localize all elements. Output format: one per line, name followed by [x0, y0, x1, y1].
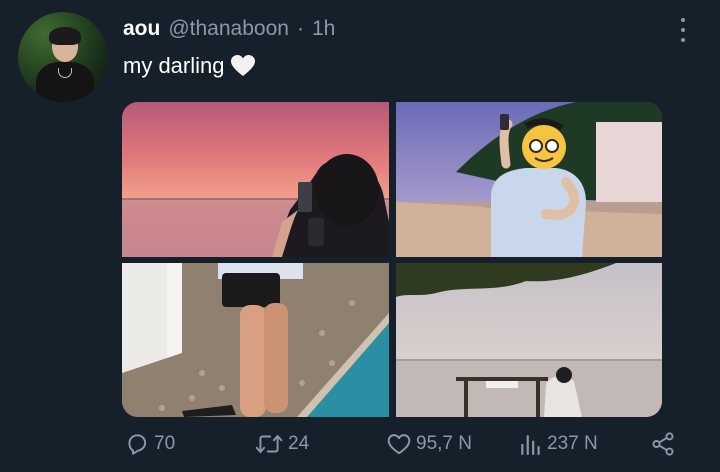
tweet-header: aou @thanaboon · 1h	[123, 17, 335, 41]
more-options-icon[interactable]	[676, 18, 690, 42]
views-button[interactable]: 237 N	[519, 426, 598, 462]
user-handle[interactable]: @thanaboon	[168, 17, 289, 41]
heart-icon	[387, 434, 411, 455]
retweet-icon	[255, 435, 283, 454]
dot	[681, 38, 685, 42]
timestamp[interactable]: 1h	[312, 17, 335, 41]
avatar-hair	[49, 27, 81, 45]
views-count: 237 N	[547, 433, 598, 454]
photo-seaside-swing-image	[396, 263, 662, 417]
reply-icon	[128, 434, 147, 455]
reply-button[interactable]: 70	[124, 426, 175, 462]
dot	[681, 18, 685, 22]
like-count: 95,7 N	[416, 433, 472, 454]
white-heart-emoji	[231, 55, 256, 76]
display-name[interactable]: aou	[123, 17, 160, 41]
separator-dot: ·	[296, 17, 304, 40]
share-icon	[652, 432, 674, 456]
photo-legs-pool-image	[122, 263, 389, 417]
retweet-count: 24	[288, 433, 310, 454]
retweet-button[interactable]: 24	[254, 426, 309, 462]
photo-beach-selfie[interactable]	[396, 102, 662, 257]
photo-beach-selfie-image	[396, 102, 662, 257]
share-button[interactable]	[650, 426, 676, 462]
tweet[interactable]: aou @thanaboon · 1h my darling 70 24 95,…	[0, 0, 720, 472]
media-grid[interactable]	[122, 102, 662, 417]
photo-sunset-phone-image	[122, 102, 389, 257]
dot	[681, 28, 685, 32]
like-button[interactable]: 95,7 N	[386, 426, 472, 462]
tweet-text-content: my darling	[123, 53, 225, 78]
avatar[interactable]	[18, 12, 108, 102]
reply-count: 70	[154, 433, 176, 454]
views-chart-icon	[521, 435, 540, 455]
photo-seaside-swing[interactable]	[396, 263, 662, 417]
photo-legs-pool[interactable]	[122, 263, 389, 417]
photo-sunset-phone[interactable]	[122, 102, 389, 257]
tweet-text: my darling	[123, 53, 256, 79]
tweet-actions: 70 24 95,7 N 237 N	[0, 426, 720, 462]
